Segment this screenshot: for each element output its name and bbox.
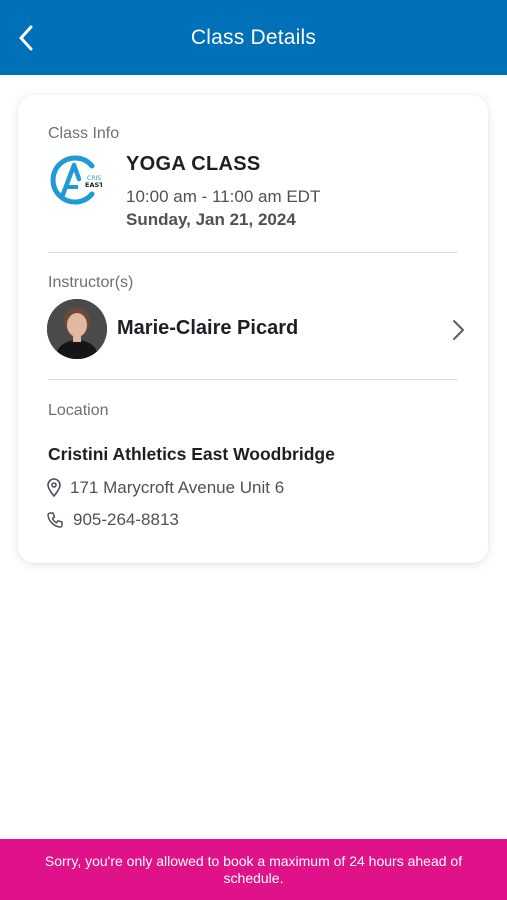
banner-message: Sorry, you're only allowed to book a max… [44,852,463,886]
divider [48,379,458,380]
instructors-label: Instructor(s) [48,274,134,291]
class-details-card: Class Info CRIS EAST YOGA CLASS 10:00 am… [18,95,488,563]
class-date: Sunday, Jan 21, 2024 [126,210,296,229]
back-button[interactable] [8,18,44,58]
app-header: Class Details [0,0,507,75]
class-info-label: Class Info [48,125,120,142]
address-line: 171 Marycroft Avenue Unit 6 [46,478,284,498]
address-text: 171 Marycroft Avenue Unit 6 [70,478,285,497]
instructor-name: Marie-Claire Picard [117,317,299,339]
location-label: Location [48,402,109,419]
logo-text-bottom: EAST [85,181,102,189]
page-title: Class Details [190,25,317,49]
class-time: 10:00 am - 11:00 am EDT [126,187,321,206]
chevron-right-icon [453,320,464,340]
phone-text: 905-264-8813 [73,510,179,529]
location-name: Cristini Athletics East Woodbridge [48,444,335,464]
chevron-left-icon [19,25,33,51]
instructor-row[interactable]: Marie-Claire Picard [46,299,466,361]
phone-icon [47,512,63,528]
class-name: YOGA CLASS [126,153,261,175]
phone-line[interactable]: 905-264-8813 [46,510,179,530]
gym-logo: CRIS EAST [50,155,102,205]
map-pin-icon [47,478,61,498]
instructor-avatar [47,299,107,359]
divider [48,252,458,253]
booking-limit-banner: Sorry, you're only allowed to book a max… [0,839,507,900]
